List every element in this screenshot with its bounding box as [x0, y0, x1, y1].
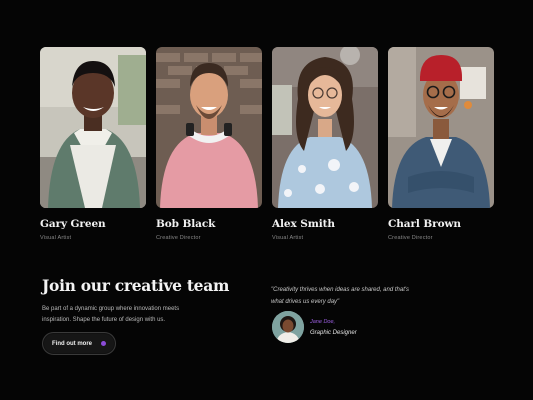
author-role: Graphic Designer [310, 329, 357, 336]
testimonial-quote: "Creativity thrives when ideas are share… [271, 284, 421, 308]
member-role: Visual Artist [40, 235, 72, 241]
description-line: inspiration. Shape the future of design … [42, 317, 166, 323]
section-heading: Join our creative team [42, 276, 230, 295]
description-line: Be part of a dynamic group where innovat… [42, 306, 180, 312]
member-photo [40, 47, 146, 208]
member-name: Charl Brown [388, 218, 461, 230]
member-role: Creative Director [156, 235, 201, 241]
team-member-card[interactable]: Gary Green Visual Artist [40, 47, 146, 241]
member-photo [272, 47, 378, 208]
member-name: Alex Smith [272, 218, 335, 230]
avatar [272, 311, 304, 343]
member-name: Gary Green [40, 218, 106, 230]
team-gallery: Gary Green Visual Artist Bob Black Creat… [40, 47, 494, 241]
team-member-card[interactable]: Bob Black Creative Director [156, 47, 262, 241]
author-info: Jane Doe, Graphic Designer [310, 319, 357, 336]
quote-line: "Creativity thrives when ideas are share… [271, 287, 410, 293]
dot-icon [101, 341, 106, 346]
member-photo [156, 47, 262, 208]
member-role: Creative Director [388, 235, 433, 241]
member-role: Visual Artist [272, 235, 304, 241]
section-description: Be part of a dynamic group where innovat… [42, 304, 232, 326]
member-photo [388, 47, 494, 208]
find-out-more-button[interactable]: Find out more [42, 332, 116, 355]
testimonial-author: Jane Doe, Graphic Designer [272, 311, 357, 343]
author-name: Jane Doe, [310, 318, 336, 325]
quote-line: what drives us every day" [271, 299, 340, 305]
team-member-card[interactable]: Charl Brown Creative Director [388, 47, 494, 241]
member-name: Bob Black [156, 218, 216, 230]
team-member-card[interactable]: Alex Smith Visual Artist [272, 47, 378, 241]
join-team-section: Join our creative team Be part of a dyna… [42, 276, 232, 355]
button-label: Find out more [52, 340, 92, 347]
